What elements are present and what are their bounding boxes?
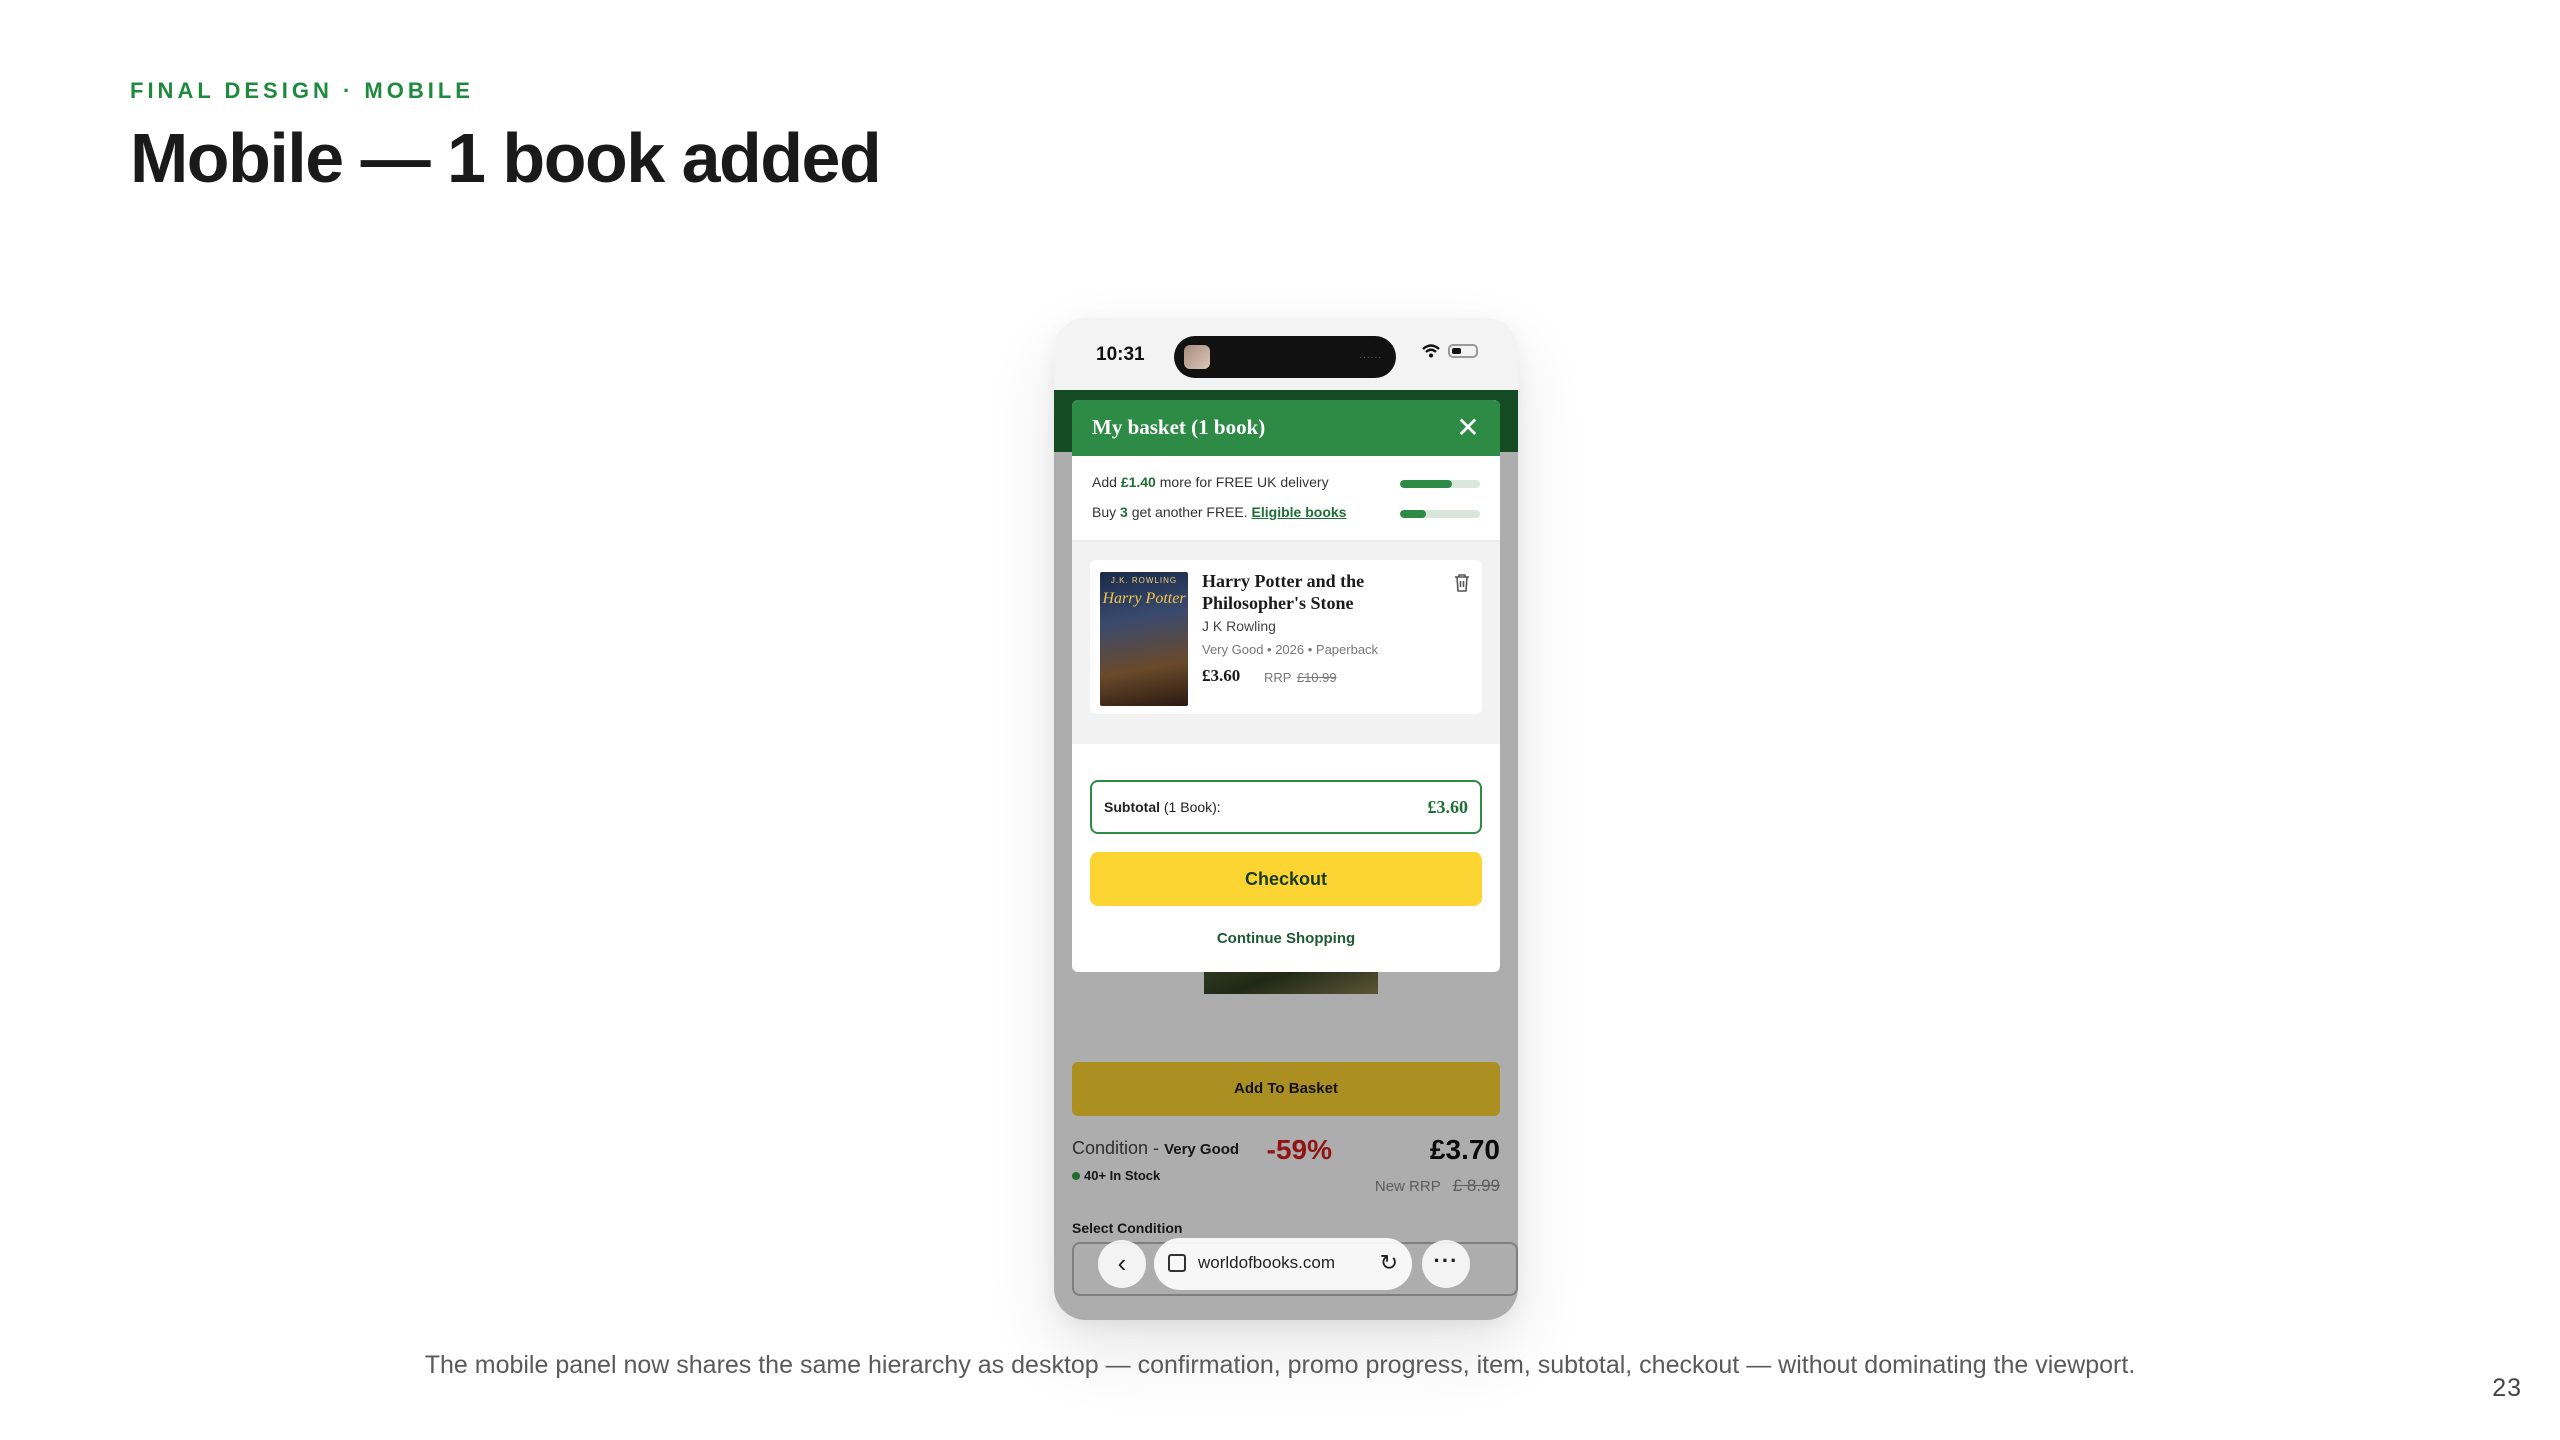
status-time: 10:31 [1096,344,1145,365]
checkout-button[interactable]: Checkout [1090,852,1482,906]
item-rrp-label: RRP [1264,670,1292,685]
subtotal-value: £3.60 [1427,797,1469,817]
more-icon[interactable]: ··· [1422,1240,1470,1288]
eligible-books-link[interactable]: Eligible books [1252,504,1347,520]
promo-suffix: get another FREE. [1127,504,1252,520]
buy3-progress-bar [1400,510,1480,518]
promo-row-buy3: Buy 3 get another FREE. Eligible books [1092,504,1346,520]
subtotal-count: (1 Book): [1160,799,1221,815]
basket-panel: My basket (1 book) ✕ Add £1.40 more for … [1072,400,1500,972]
item-price: £3.60 [1202,666,1241,685]
island-thumbnail [1184,345,1210,369]
delivery-progress-fill [1400,480,1452,488]
item-title[interactable]: Harry Potter and the Philosopher's Stone [1202,570,1422,614]
trash-icon[interactable] [1452,572,1472,594]
close-icon[interactable]: ✕ [1452,412,1484,444]
basket-item: J.K. ROWLING Harry Potter Harry Potter a… [1090,560,1482,714]
status-bar: 10:31 ...... [1054,318,1518,390]
cover-author: J.K. ROWLING [1110,576,1178,585]
promo-progress: Add £1.40 more for FREE UK delivery Buy … [1072,456,1500,542]
dynamic-island: ...... [1174,336,1396,378]
back-icon[interactable]: ‹ [1098,1240,1146,1288]
browser-toolbar: ‹ worldofbooks.com ↻ ··· [1098,1234,1474,1294]
reload-icon[interactable]: ↻ [1380,1250,1398,1276]
promo-prefix: Add [1092,474,1121,490]
island-dots: ...... [1359,350,1382,361]
page-number: 23 [2492,1374,2522,1402]
buy3-progress-fill [1400,510,1427,518]
continue-shopping-link[interactable]: Continue Shopping [1072,930,1500,947]
promo-suffix: more for FREE UK delivery [1155,474,1329,490]
status-icons [1422,344,1478,358]
promo-prefix: Buy [1092,504,1121,520]
basket-header: My basket (1 book) ✕ [1072,400,1500,456]
address-domain: worldofbooks.com [1198,1253,1336,1272]
eyebrow-label: FINAL DESIGN · MOBILE [130,78,474,103]
basket-items: J.K. ROWLING Harry Potter Harry Potter a… [1072,542,1500,744]
promo-row-delivery: Add £1.40 more for FREE UK delivery [1092,474,1329,490]
basket-title: My basket (1 book) [1092,415,1266,439]
battery-icon [1448,344,1478,358]
item-meta: Very Good • 2026 • Paperback [1202,642,1379,657]
item-rrp-value: £10.99 [1296,670,1337,685]
item-cover-image[interactable]: J.K. ROWLING Harry Potter [1100,572,1188,706]
cover-title: Harry Potter [1102,590,1186,607]
slide-caption: The mobile panel now shares the same hie… [424,1351,2136,1379]
wifi-icon [1422,344,1440,358]
slide-title: Mobile — 1 book added [130,119,882,197]
promo-highlight: £1.40 [1120,474,1156,490]
address-bar[interactable]: worldofbooks.com ↻ [1154,1238,1412,1290]
subtotal-label-strong: Subtotal [1104,799,1160,815]
subtotal-label: Subtotal (1 Book): [1104,799,1221,815]
site-settings-icon[interactable] [1168,1254,1186,1272]
item-author: J K Rowling [1202,618,1276,634]
subtotal-box: Subtotal (1 Book): £3.60 [1090,780,1482,834]
promo-highlight: 3 [1120,504,1128,520]
item-rrp: RRP £10.99 [1264,670,1337,685]
phone-mockup: 10:31 ...... Add To Basket Condition - V… [1054,318,1518,1320]
delivery-progress-bar [1400,480,1480,488]
